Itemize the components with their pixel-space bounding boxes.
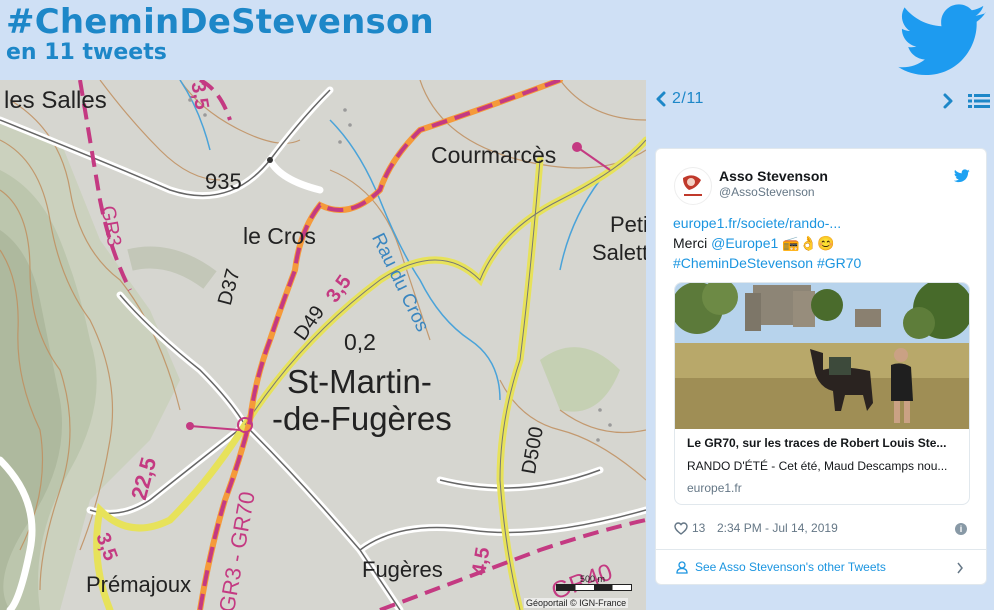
map-label-le-cros: le Cros — [243, 223, 316, 249]
info-icon[interactable]: i — [955, 523, 967, 535]
map-label-distance-4-5: 4,5 — [468, 545, 495, 577]
page-subtitle: en 11 tweets — [6, 40, 167, 65]
twitter-bird-icon — [898, 4, 986, 76]
avatar-logo-icon — [676, 169, 710, 203]
map-label-salett: Salett — [592, 240, 646, 265]
tweet-mention[interactable]: @Europe1 — [711, 235, 778, 251]
page-header: #CheminDeStevenson en 11 tweets — [0, 0, 994, 80]
tweet-merci: Merci — [673, 235, 712, 251]
map-label-altitude-02: 0,2 — [344, 329, 376, 355]
chevron-left-icon[interactable] — [654, 88, 668, 110]
person-icon — [676, 561, 688, 574]
tweet-timestamp[interactable]: 2:34 PM - Jul 14, 2019 — [717, 521, 838, 535]
map-label-fugeres: Fugères — [362, 557, 443, 582]
preview-domain: europe1.fr — [687, 481, 742, 495]
map-label-distance-3-5-top: 3,5 — [186, 80, 213, 112]
chevron-right-icon[interactable] — [940, 90, 956, 112]
tweet-emoji: 📻👌😊 — [778, 235, 835, 251]
map-scale-label: 500 m — [580, 574, 606, 584]
see-other-tweets-label: See Asso Stevenson's other Tweets — [695, 560, 886, 574]
map-attribution[interactable]: Géoportail © IGN-France — [524, 598, 629, 608]
map-scale-graphic — [556, 584, 632, 591]
preview-description: RANDO D'ÉTÉ - Cet été, Maud Descamps nou… — [687, 459, 948, 473]
tweet-card[interactable]: Asso Stevenson @AssoStevenson europe1.fr… — [655, 148, 987, 585]
page-title: #CheminDeStevenson — [6, 2, 434, 42]
tweet-text: europe1.fr/societe/rando-... Merci @Euro… — [673, 213, 973, 273]
trail-map[interactable]: les Salles Courmarcès 935 le Cros Rau du… — [0, 80, 646, 610]
preview-title: Le GR70, sur les traces de Robert Louis … — [687, 436, 947, 450]
chevron-right-icon[interactable] — [956, 562, 964, 574]
author-name[interactable]: Asso Stevenson — [719, 168, 828, 184]
map-scale-bar: 500 m — [556, 574, 632, 595]
map-label-st-martin: St-Martin- — [287, 363, 432, 400]
map-label-altitude-935: 935 — [205, 169, 242, 194]
avatar[interactable] — [674, 167, 712, 205]
map-label-premajoux: Prémajoux — [86, 572, 192, 597]
tweet-hashtags[interactable]: #CheminDeStevenson #GR70 — [673, 255, 861, 271]
like-count[interactable]: 13 — [692, 521, 705, 535]
preview-photo — [675, 283, 969, 429]
pager-count: 2/11 — [672, 90, 704, 107]
heart-icon[interactable] — [674, 522, 688, 535]
author-handle[interactable]: @AssoStevenson — [719, 185, 815, 199]
link-preview-card[interactable]: Le GR70, sur les traces de Robert Louis … — [674, 282, 970, 505]
tweet-link[interactable]: europe1.fr/societe/rando-... — [673, 215, 841, 231]
map-label-de-fugeres: -de-Fugères — [272, 400, 452, 437]
map-label-les-salles: les Salles — [4, 87, 107, 114]
map-label-courmarces: Courmarcès — [431, 142, 557, 168]
card-divider — [656, 549, 986, 550]
twitter-logo-icon[interactable] — [954, 169, 970, 183]
map-label-peti: Peti — [610, 212, 646, 237]
list-icon[interactable] — [968, 92, 990, 110]
